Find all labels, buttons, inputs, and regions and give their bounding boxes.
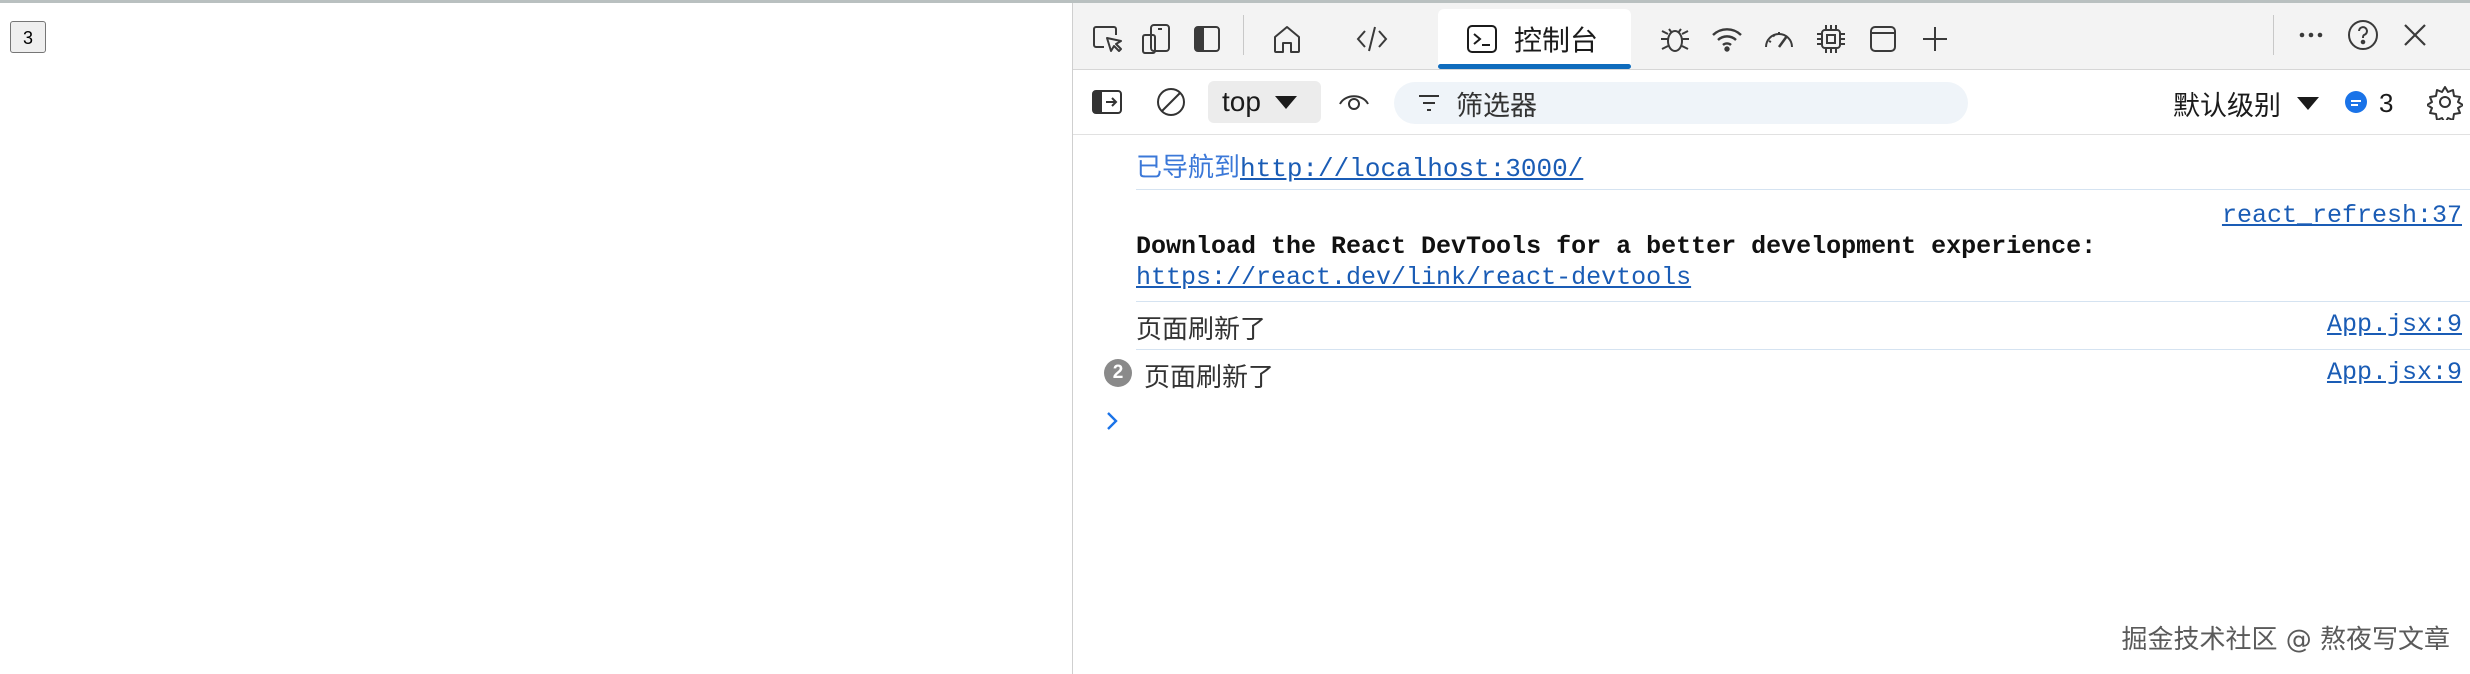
devtools-toolbar: 控制台 — [1073, 3, 2470, 70]
network-icon[interactable] — [1705, 17, 1749, 61]
navigation-prefix: 已导航到 — [1136, 153, 1241, 183]
navigation-message: 已导航到http://localhost:3000/ — [1136, 135, 2470, 190]
live-expression-eye-icon[interactable] — [1334, 82, 1374, 122]
log-level-label: 默认级别 — [2173, 90, 2281, 121]
console-log-message-repeated: 2 页面刷新了 App.jsx:9 — [1104, 349, 2470, 397]
filter-icon — [1419, 95, 1439, 111]
log-level-dropdown[interactable]: 默认级别 — [2173, 86, 2319, 121]
close-icon[interactable] — [2393, 13, 2437, 57]
react-devtools-link[interactable]: https://react.dev/link/react-devtools — [1136, 263, 1691, 292]
execution-context-value: top — [1222, 86, 1261, 117]
chevron-down-icon — [1274, 95, 1297, 109]
issues-count: 3 — [2379, 87, 2394, 118]
console-log-message: 页面刷新了 App.jsx:9 — [1136, 301, 2470, 350]
console-prompt-chevron-icon[interactable] — [1101, 410, 1123, 432]
page-viewport: 3 — [0, 3, 1072, 674]
source-link[interactable]: react_refresh:37 — [2222, 201, 2462, 230]
log-text: 页面刷新了 — [1136, 315, 1267, 345]
chevron-down-icon — [2297, 96, 2319, 110]
clear-console-icon[interactable] — [1151, 82, 1191, 122]
message-text: Download the React DevTools for a better… — [1136, 232, 2097, 261]
navigation-url-link[interactable]: http://localhost:3000/ — [1240, 154, 1583, 184]
more-icon[interactable] — [2289, 13, 2333, 57]
performance-icon[interactable] — [1757, 17, 1801, 61]
console-settings-gear-icon[interactable] — [2425, 82, 2465, 122]
devtools-panel: 控制台 top 筛选器 默认级别 3 已导航到http://localhost:… — [1073, 3, 2470, 674]
console-filter-input[interactable]: 筛选器 — [1394, 82, 1968, 124]
navigation-text: 已导航到http://localhost:3000/ — [1136, 147, 1583, 184]
repeat-count-badge: 2 — [1104, 359, 1132, 387]
home-icon[interactable] — [1265, 17, 1309, 61]
execution-context-select[interactable]: top — [1208, 81, 1321, 123]
show-sidebar-icon[interactable] — [1087, 82, 1127, 122]
source-link[interactable]: App.jsx:9 — [2327, 310, 2462, 339]
toolbar-separator — [2273, 15, 2274, 55]
device-emulation-icon[interactable] — [1135, 17, 1179, 61]
console-icon — [1467, 25, 1497, 53]
console-filter-bar: top 筛选器 默认级别 3 — [1073, 70, 2470, 135]
source-link[interactable]: App.jsx:9 — [2327, 358, 2462, 387]
tab-console-label: 控制台 — [1514, 25, 1599, 56]
active-tab-indicator — [1438, 64, 1631, 69]
tab-console[interactable]: 控制台 — [1438, 9, 1631, 69]
memory-icon[interactable] — [1809, 17, 1853, 61]
issues-counter[interactable]: 3 — [2343, 86, 2393, 120]
console-message-react-devtools: react_refresh:37 Download the React DevT… — [1136, 189, 2470, 302]
filter-placeholder: 筛选器 — [1456, 90, 1537, 121]
counter-button[interactable]: 3 — [10, 21, 46, 53]
inspect-icon[interactable] — [1085, 17, 1129, 61]
elements-icon[interactable] — [1350, 17, 1394, 61]
sources-debug-icon[interactable] — [1653, 17, 1697, 61]
dock-side-icon[interactable] — [1185, 17, 1229, 61]
help-icon[interactable] — [2341, 13, 2385, 57]
watermark: 掘金技术社区 @ 熬夜写文章 — [2121, 625, 2450, 655]
issues-message-icon — [2345, 91, 2367, 113]
log-text: 页面刷新了 — [1144, 363, 1275, 393]
add-tool-icon[interactable] — [1913, 17, 1957, 61]
toolbar-separator — [1243, 15, 1244, 55]
application-icon[interactable] — [1861, 17, 1905, 61]
